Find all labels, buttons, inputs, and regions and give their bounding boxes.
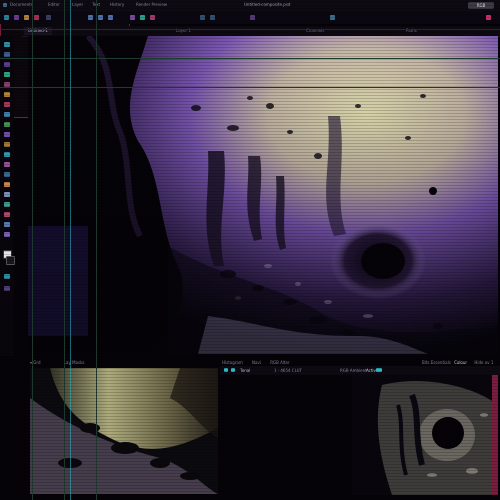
align-left-icon[interactable] [88,15,93,20]
menu-item-history[interactable]: History [110,2,124,7]
status-label-bits: Bits Essentials [422,360,451,365]
right-preview-image [352,375,498,495]
align-center-icon[interactable] [98,15,103,20]
home-icon[interactable] [4,15,9,20]
menu-item-editor[interactable]: Editor [48,2,60,7]
type-tool-icon[interactable] [4,192,10,197]
tonal-mode-label[interactable]: Tonal [240,368,250,373]
mask-icon[interactable] [150,15,155,20]
tab-rgb-alter[interactable]: RGB Alter [270,360,289,365]
align-right-icon[interactable] [108,15,113,20]
move-tool-icon[interactable] [4,42,10,47]
path-select-tool-icon[interactable] [4,202,10,207]
shape-tool-icon[interactable] [4,212,10,217]
history-brush-tool-icon[interactable] [4,132,10,137]
quick-mask-icon[interactable] [4,274,10,279]
eyedropper-tool-icon[interactable] [4,92,10,97]
hand-tool-icon[interactable] [4,222,10,227]
transform-icon[interactable] [130,15,135,20]
grid-line [0,29,500,30]
left-preview-panel[interactable] [30,368,218,494]
grid-line [0,58,500,59]
zoom-tool-icon[interactable] [4,232,10,237]
grid-line [0,87,500,88]
quick-select-tool-icon[interactable] [4,72,10,77]
layer-icon[interactable] [250,15,255,20]
hand-icon[interactable] [210,15,215,20]
dodge-tool-icon[interactable] [4,172,10,177]
screen-mode-icon[interactable] [4,286,10,291]
settings-icon[interactable] [46,15,51,20]
document-canvas[interactable] [28,36,498,354]
window-title: Untitled-composite.psd [244,2,291,7]
grid-line [64,0,65,500]
app-icon[interactable] [3,3,7,7]
warp-icon[interactable] [140,15,145,20]
tab-histogram[interactable]: Histogram [222,360,243,365]
blur-tool-icon[interactable] [4,162,10,167]
more-icon[interactable] [486,15,491,20]
toggle-icon[interactable] [376,368,382,372]
status-badge: RGB [468,2,494,9]
grid-line [32,0,33,500]
color-icon[interactable] [34,15,39,20]
graph-toolbar: Tonal 1 · 4654 CLUT RGB Ambient Active [220,366,500,375]
tab-navi[interactable]: Navi [252,360,261,365]
background-color-swatch[interactable] [6,256,15,265]
gradient-tool-icon[interactable] [4,152,10,157]
stamp-tool-icon[interactable] [4,122,10,127]
pen-tool-icon[interactable] [4,182,10,187]
preset-label: RGB Ambient [340,368,367,373]
tab-lay-masks[interactable]: Lay Masks [64,360,85,365]
healing-tool-icon[interactable] [4,102,10,107]
menu-item-layer[interactable]: Layer [72,2,83,7]
status-hide-ov[interactable]: Hide ov 1 [474,360,493,365]
marquee-tool-icon[interactable] [4,52,10,57]
share-icon[interactable] [330,15,335,20]
eraser-tool-icon[interactable] [4,142,10,147]
left-panel-header: ▾ Grd Lay Masks [30,358,85,367]
toolbox [0,36,15,356]
menu-item-documents[interactable]: Documents [10,2,33,7]
grid-line [96,0,97,500]
brush-tool-icon[interactable] [4,112,10,117]
status-value-colour: Colour [454,360,468,365]
canvas-artwork [28,36,498,354]
curve-guide-line [70,0,71,500]
refresh-icon[interactable] [224,368,228,372]
menu-item-render-preview[interactable]: Render Preview [136,2,167,7]
right-preview-panel[interactable] [352,375,498,495]
lasso-tool-icon[interactable] [4,62,10,67]
brush-icon[interactable] [14,15,19,20]
zoom-icon[interactable] [200,15,205,20]
cycle-icon[interactable] [231,368,235,372]
options-toolbar [0,12,500,24]
left-preview-image [30,368,218,494]
swatch-icon[interactable] [24,15,29,20]
range-label: 1 · 4654 CLUT [274,368,303,373]
